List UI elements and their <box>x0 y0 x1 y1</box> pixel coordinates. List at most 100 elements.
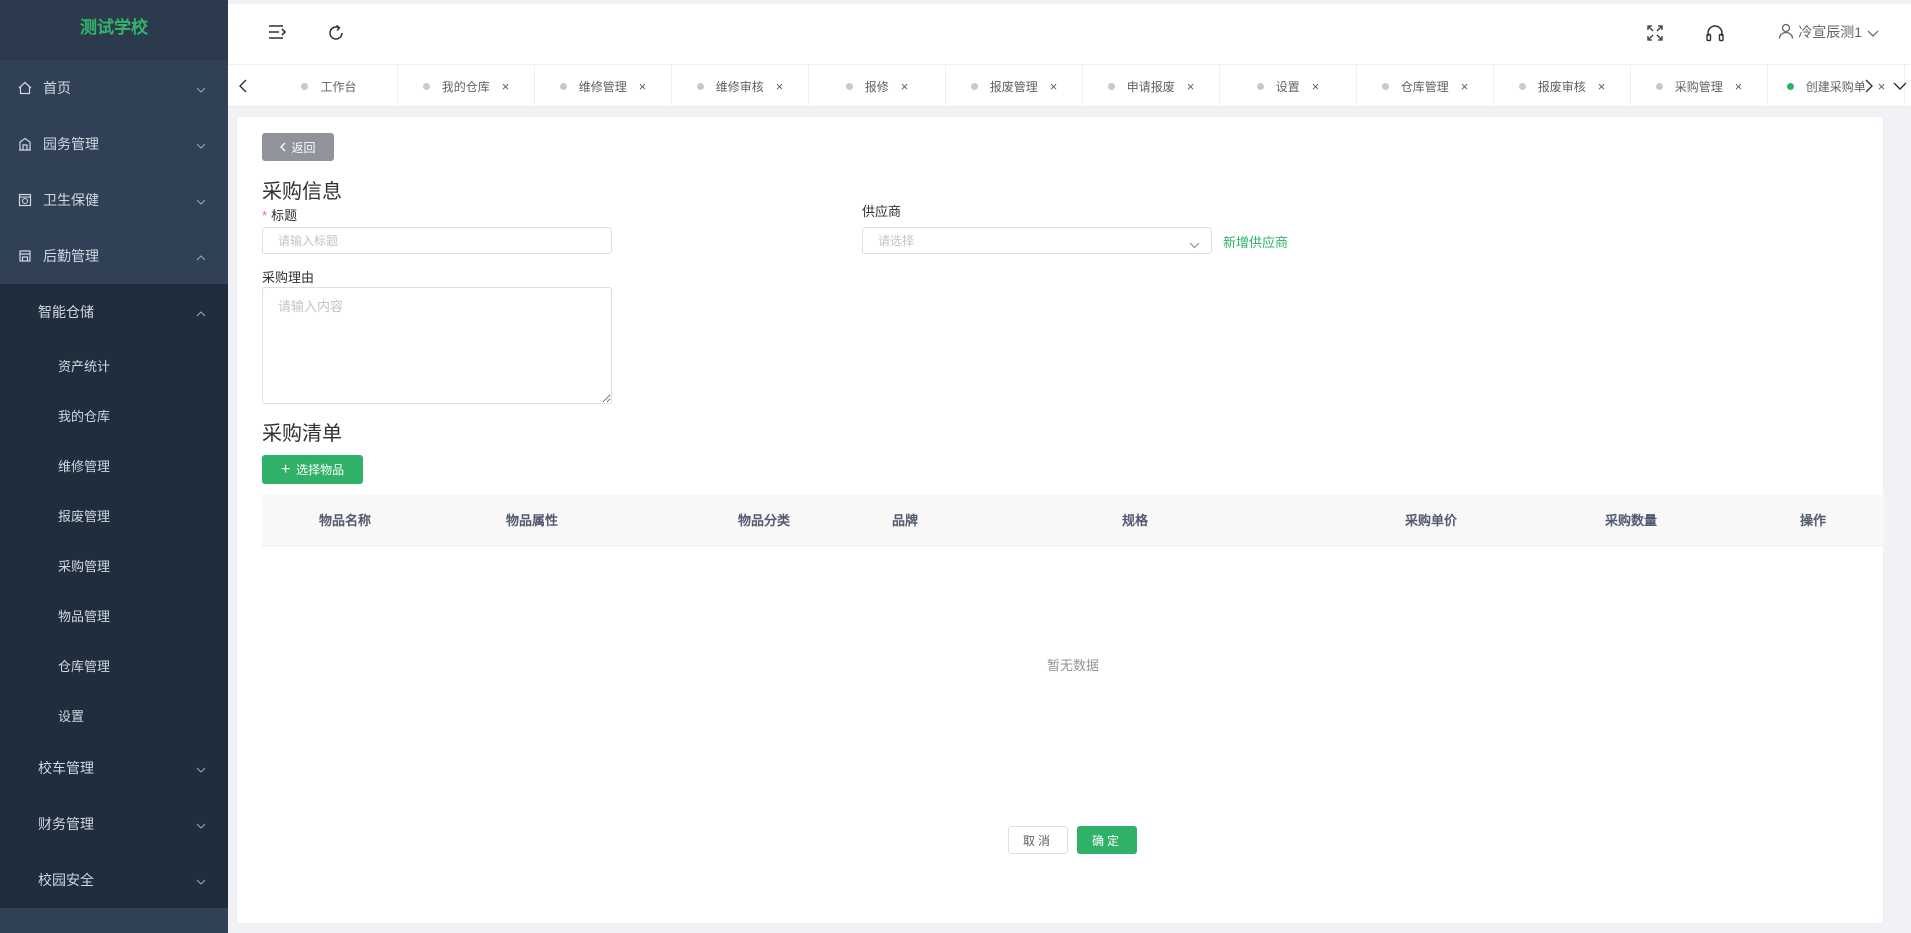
tab-dot <box>559 82 567 90</box>
submenu-finance[interactable]: 财务管理 <box>0 796 228 852</box>
tab-my-warehouse[interactable]: 我的仓库 × <box>398 65 535 107</box>
tab-dot <box>1107 82 1115 90</box>
submenu-label: 财务管理 <box>38 816 94 832</box>
sidebar-item-scrap-management[interactable]: 报废管理 <box>0 490 228 540</box>
menu-item-garden-affairs[interactable]: 园务管理 <box>0 116 228 172</box>
logistics-icon <box>17 248 33 264</box>
submenu-label: 智能仓储 <box>38 304 94 320</box>
tab-create-purchase-order[interactable]: 创建采购单 × <box>1768 65 1905 107</box>
menu-label: 园务管理 <box>43 136 99 152</box>
sidebar-item-item-management[interactable]: 物品管理 <box>0 590 228 640</box>
close-icon[interactable]: × <box>1461 79 1469 94</box>
confirm-button[interactable]: 确定 <box>1077 826 1137 854</box>
tab-dot <box>422 82 430 90</box>
sidebar-item-settings[interactable]: 设置 <box>0 690 228 740</box>
tab-report-repair[interactable]: 报修 × <box>809 65 946 107</box>
purchase-table: 物品名称 物品属性 物品分类 品牌 规格 采购单价 采购数量 操作 暂无数据 <box>262 495 1884 673</box>
home-icon <box>17 80 33 96</box>
select-items-button[interactable]: + 选择物品 <box>262 455 363 484</box>
section-title-purchase-list: 采购清单 <box>262 423 342 445</box>
tab-scrap-management[interactable]: 报废管理 × <box>946 65 1083 107</box>
tab-label: 设置 <box>1275 79 1300 94</box>
tabs-dropdown[interactable] <box>1888 65 1911 107</box>
headset-icon[interactable] <box>1705 24 1725 44</box>
chevron-down-icon <box>196 136 206 152</box>
close-icon[interactable]: × <box>502 79 510 94</box>
menu-item-home[interactable]: 首页 <box>0 60 228 116</box>
tab-label: 工作台 <box>320 79 357 94</box>
submenu-smart-storage[interactable]: 智能仓储 <box>0 284 228 340</box>
close-icon[interactable]: × <box>1187 79 1195 94</box>
user-name: 冷宣辰测1 <box>1798 24 1862 40</box>
plus-icon: + <box>280 460 291 478</box>
health-icon <box>17 192 33 208</box>
select-items-label: 选择物品 <box>296 463 345 477</box>
main-content: 返回 采购信息 *标题 供应商 新增供应商 采购理由 采购清单 + 选择物品 物… <box>237 117 1884 923</box>
tab-dot <box>1518 82 1526 90</box>
cancel-button[interactable]: 取消 <box>1008 826 1068 854</box>
tab-repair-management[interactable]: 维修管理 × <box>535 65 672 107</box>
back-label: 返回 <box>291 140 316 155</box>
user-menu[interactable]: 冷宣辰测1 <box>1778 22 1879 42</box>
tabs-scroll-left[interactable] <box>228 65 258 107</box>
sidebar-item-repair-management[interactable]: 维修管理 <box>0 440 228 490</box>
tab-warehouse-management[interactable]: 仓库管理 × <box>1357 65 1494 107</box>
tab-repair-review[interactable]: 维修审核 × <box>672 65 809 107</box>
close-icon[interactable]: × <box>1050 79 1058 94</box>
close-icon[interactable]: × <box>1312 79 1320 94</box>
column-header-quantity: 采购数量 <box>1605 513 1658 528</box>
menu-collapse-icon[interactable] <box>268 24 288 44</box>
submenu-campus-safety[interactable]: 校园安全 <box>0 852 228 908</box>
required-mark: * <box>262 208 268 223</box>
empty-text: 暂无数据 <box>1046 658 1099 673</box>
menu-item-health[interactable]: 卫生保健 <box>0 172 228 228</box>
sidebar-item-purchase-management[interactable]: 采购管理 <box>0 540 228 590</box>
tab-scrap-review[interactable]: 报废审核 × <box>1494 65 1631 107</box>
top-header: 冷宣辰测1 <box>228 4 1911 64</box>
column-header-item-name: 物品名称 <box>319 513 372 528</box>
user-icon <box>1778 23 1794 42</box>
chevron-down-icon <box>196 760 206 776</box>
tab-dot <box>301 82 309 90</box>
refresh-icon[interactable] <box>327 24 347 44</box>
tabs-list: 工作台 我的仓库 × 维修管理 × 维修审核 × 报修 × 报废管理 × 申请报废 × 设置… <box>261 65 1905 107</box>
supplier-select[interactable] <box>862 227 1212 254</box>
tab-purchase-management[interactable]: 采购管理 × <box>1631 65 1768 107</box>
tab-label: 维修管理 <box>578 79 627 94</box>
tab-label: 报修 <box>864 79 889 94</box>
tabs-scroll-right[interactable] <box>1854 65 1884 107</box>
menu-label: 卫生保健 <box>43 192 99 208</box>
chevron-down-icon <box>196 80 206 96</box>
chevron-up-icon <box>196 248 206 264</box>
add-supplier-link[interactable]: 新增供应商 <box>1223 232 1288 251</box>
tab-settings[interactable]: 设置 × <box>1220 65 1357 107</box>
close-icon[interactable]: × <box>1598 79 1606 94</box>
submenu-school-bus[interactable]: 校车管理 <box>0 740 228 796</box>
column-header-brand: 品牌 <box>892 513 919 528</box>
tab-workbench[interactable]: 工作台 <box>261 65 398 107</box>
back-button[interactable]: 返回 <box>262 133 334 161</box>
sidebar-item-warehouse-management[interactable]: 仓库管理 <box>0 640 228 690</box>
tab-label: 维修审核 <box>715 79 764 94</box>
menu-item-logistics[interactable]: 后勤管理 <box>0 228 228 284</box>
chevron-up-icon <box>196 304 206 320</box>
sidebar-item-my-warehouse[interactable]: 我的仓库 <box>0 390 228 440</box>
title-label-text: 标题 <box>271 208 298 223</box>
fullscreen-icon[interactable] <box>1646 24 1666 44</box>
tab-dot <box>696 82 704 90</box>
tab-label: 仓库管理 <box>1400 79 1449 94</box>
tab-label: 报废审核 <box>1537 79 1586 94</box>
close-icon[interactable]: × <box>901 79 909 94</box>
reason-textarea[interactable] <box>262 287 612 404</box>
tab-label: 申请报废 <box>1126 79 1175 94</box>
close-icon[interactable]: × <box>776 79 784 94</box>
column-header-item-attribute: 物品属性 <box>506 513 559 528</box>
sidebar-item-asset-stats[interactable]: 资产统计 <box>0 340 228 390</box>
close-icon[interactable]: × <box>639 79 647 94</box>
table-header: 物品名称 物品属性 物品分类 品牌 规格 采购单价 采购数量 操作 <box>262 495 1884 546</box>
tab-dot-active <box>1786 82 1794 90</box>
tab-apply-scrap[interactable]: 申请报废 × <box>1083 65 1220 107</box>
close-icon[interactable]: × <box>1735 79 1743 94</box>
submenu-label: 校车管理 <box>38 760 94 776</box>
title-input[interactable] <box>262 227 612 254</box>
